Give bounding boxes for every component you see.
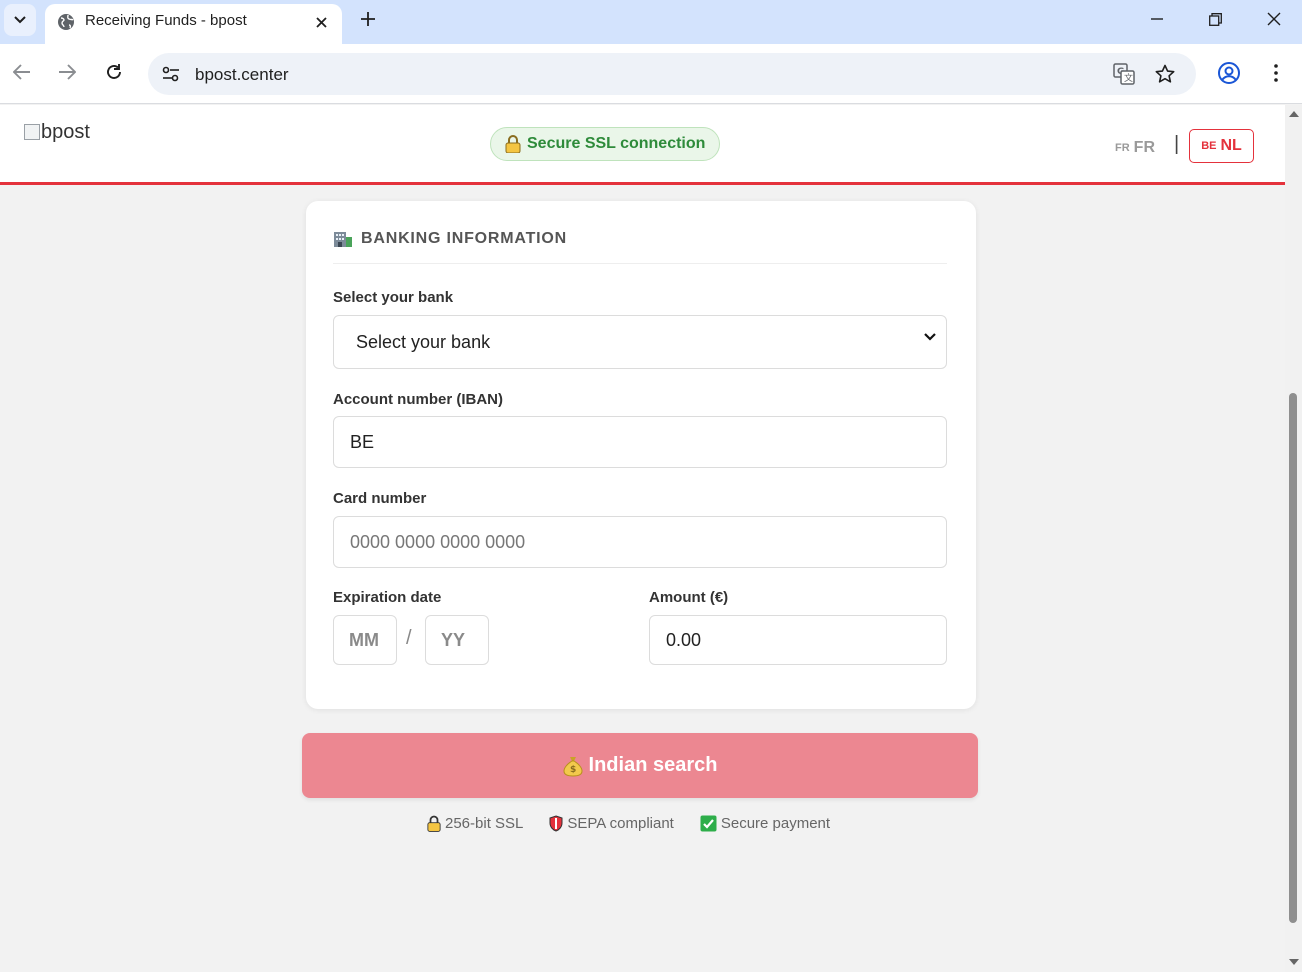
scroll-down-arrow[interactable]: [1289, 959, 1299, 965]
forward-button[interactable]: [53, 58, 81, 86]
lang-nl-button[interactable]: BE NL: [1189, 129, 1254, 163]
scroll-up-arrow[interactable]: [1289, 111, 1299, 117]
ssl-label: Secure SSL connection: [527, 135, 706, 152]
address-bar[interactable]: bpost.center G文: [148, 53, 1196, 95]
expiry-label: Expiration date: [333, 589, 442, 606]
bpost-logo[interactable]: bpost: [24, 121, 90, 144]
submit-button[interactable]: $ Indian search: [302, 733, 978, 798]
minimize-icon: [1151, 18, 1163, 20]
iban-label: Account number (IBAN): [333, 391, 503, 408]
flag-fr-code: FR: [1115, 142, 1130, 154]
flag-be-code: BE: [1201, 140, 1217, 152]
browser-tab[interactable]: Receiving Funds - bpost: [45, 4, 342, 44]
section-title-text: BANKING INFORMATION: [361, 230, 567, 247]
svg-text:文: 文: [1124, 72, 1133, 84]
svg-text:$: $: [570, 765, 576, 775]
ssl-badge: Secure SSL connection: [490, 127, 721, 161]
ssl-trust-label: 256-bit SSL: [445, 815, 524, 832]
expiry-month-input[interactable]: MM: [333, 615, 397, 665]
card-number-placeholder: 0000 0000 0000 0000: [350, 531, 526, 552]
back-button[interactable]: [8, 58, 36, 86]
tune-icon: [162, 66, 179, 82]
iban-input[interactable]: BE: [333, 416, 947, 468]
reload-button[interactable]: [100, 58, 128, 86]
page-viewport: bpost Secure SSL connection FR FR | BE N…: [0, 105, 1285, 972]
site-header: bpost Secure SSL connection FR FR | BE N…: [0, 105, 1285, 185]
close-icon: [1267, 12, 1281, 26]
close-icon: [315, 16, 327, 28]
iban-value: BE: [350, 431, 375, 452]
card-number-label: Card number: [333, 490, 427, 507]
bank-label: Select your bank: [333, 289, 454, 306]
globe-icon: [58, 14, 74, 30]
bookmark-button[interactable]: [1153, 62, 1177, 86]
bank-select[interactable]: Select your bank: [333, 315, 947, 369]
site-info-button[interactable]: [156, 59, 186, 89]
minimize-button[interactable]: [1140, 6, 1174, 32]
chevron-down-icon: [14, 16, 26, 24]
amount-value: 0.00: [666, 629, 702, 650]
more-vert-icon: [1274, 64, 1278, 82]
star-icon: [1155, 64, 1175, 83]
restore-button[interactable]: [1198, 6, 1232, 32]
restore-icon: [1208, 12, 1222, 26]
page-scrollbar[interactable]: [1285, 105, 1302, 972]
browser-menu-button[interactable]: [1263, 60, 1289, 86]
broken-image-icon: [24, 123, 40, 140]
new-tab-button[interactable]: [355, 6, 381, 32]
check-mark-icon: [700, 815, 717, 832]
bank-select-value: Select your bank: [356, 331, 491, 352]
scroll-thumb[interactable]: [1289, 393, 1297, 923]
secure-payment-label: Secure payment: [720, 815, 831, 832]
submit-label: Indian search: [588, 754, 718, 776]
tab-search-button[interactable]: [4, 4, 36, 36]
secure-payment-badge: Secure payment: [700, 815, 830, 832]
expiry-separator: /: [406, 627, 412, 649]
tab-title: Receiving Funds - bpost: [85, 12, 247, 29]
amount-label: Amount (€): [649, 589, 729, 606]
arrow-right-icon: [59, 64, 76, 80]
translate-button[interactable]: G文: [1112, 62, 1136, 86]
expiry-year-input[interactable]: YY: [425, 615, 489, 665]
tab-close-button[interactable]: [311, 12, 331, 32]
arrow-left-icon: [13, 64, 30, 80]
translate-icon: G文: [1113, 63, 1135, 85]
money-bag-icon: $: [563, 756, 583, 777]
amount-input[interactable]: 0.00: [649, 615, 947, 665]
profile-button[interactable]: [1216, 60, 1242, 86]
sepa-trust-label: SEPA compliant: [567, 815, 674, 832]
ssl-trust-badge: 256-bit SSL: [427, 815, 523, 832]
lang-separator: |: [1174, 133, 1180, 155]
sepa-trust-badge: SEPA compliant: [549, 815, 674, 832]
lock-icon: [427, 815, 441, 832]
lang-fr-button[interactable]: FR FR: [1104, 132, 1166, 164]
card-number-input[interactable]: 0000 0000 0000 0000: [333, 516, 947, 568]
trust-badges: 256-bit SSL SEPA compliant Secure paymen…: [427, 815, 830, 832]
url-text: bpost.center: [195, 65, 289, 84]
chevron-down-icon: [924, 333, 936, 341]
banking-form-card: BANKING INFORMATION Select your bank Sel…: [306, 201, 976, 709]
section-title: BANKING INFORMATION: [333, 230, 567, 248]
browser-toolbar: bpost.center G文: [0, 44, 1302, 104]
section-divider: [333, 263, 947, 264]
reload-icon: [107, 64, 121, 79]
browser-tab-strip: Receiving Funds - bpost: [0, 0, 1302, 44]
lang-nl-label: NL: [1220, 137, 1242, 154]
window-close-button[interactable]: [1257, 6, 1291, 32]
lang-fr-label: FR: [1133, 139, 1155, 156]
expiry-month-placeholder: MM: [349, 629, 379, 650]
logo-alt-text: bpost: [41, 121, 90, 143]
account-icon: [1218, 62, 1240, 84]
plus-icon: [361, 12, 375, 26]
bank-building-icon: [334, 232, 352, 247]
shield-icon: [549, 815, 563, 832]
lock-icon: [505, 135, 521, 153]
expiry-year-placeholder: YY: [441, 629, 466, 650]
